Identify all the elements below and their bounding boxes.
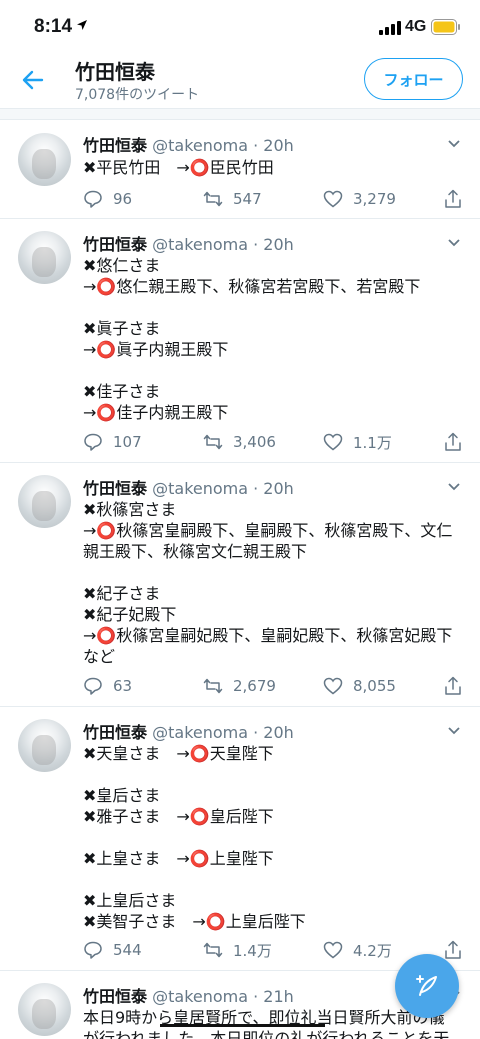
- share-button[interactable]: [443, 187, 473, 211]
- follow-button[interactable]: フォロー: [364, 58, 463, 100]
- profile-name: 竹田恒泰: [75, 60, 155, 84]
- like-button[interactable]: 4.2万: [323, 938, 392, 962]
- heart-icon: [323, 190, 343, 208]
- retweet-icon: [203, 942, 223, 958]
- retweet-button[interactable]: 3,406: [203, 430, 276, 454]
- tweet-header: 竹田恒泰 @takenoma · 21h: [83, 983, 294, 1007]
- tweet[interactable]: 竹田恒泰 @takenoma · 20h ✖天皇さま →⭕天皇陛下 ✖皇后さま …: [0, 708, 480, 971]
- retweet-icon: [203, 191, 223, 207]
- reply-button[interactable]: 107: [83, 430, 142, 454]
- tweet[interactable]: 竹田恒泰 @takenoma · 20h ✖秋篠宮さま →⭕秋篠宮皇嗣殿下、皇嗣…: [0, 464, 480, 707]
- chevron-down-icon[interactable]: [446, 235, 462, 251]
- reply-count: 63: [113, 677, 133, 695]
- reply-icon: [84, 941, 102, 959]
- tweet-text: ✖平民竹田 →⭕臣民竹田: [83, 158, 274, 177]
- like-button[interactable]: 3,279: [323, 187, 396, 211]
- retweet-button[interactable]: 2,679: [203, 674, 276, 698]
- like-count: 3,279: [353, 190, 396, 208]
- tweet-header: 竹田恒泰 @takenoma · 20h: [83, 719, 294, 743]
- retweet-icon: [203, 434, 223, 450]
- timeline-separator: [0, 109, 480, 120]
- reply-button[interactable]: 544: [83, 938, 142, 962]
- tweet-author-name[interactable]: 竹田恒泰: [83, 723, 147, 742]
- share-button[interactable]: [443, 430, 473, 454]
- retweet-count: 1.4万: [233, 941, 272, 960]
- tweet-header: 竹田恒泰 @takenoma · 20h: [83, 475, 294, 499]
- share-icon: [445, 189, 461, 208]
- avatar[interactable]: [18, 719, 71, 772]
- tweet-count: 7,078件のツイート: [75, 87, 200, 103]
- share-button[interactable]: [443, 674, 473, 698]
- retweet-button[interactable]: 547: [203, 187, 262, 211]
- reply-icon: [84, 433, 102, 451]
- heart-icon: [323, 941, 343, 959]
- avatar[interactable]: [18, 983, 71, 1036]
- tweet-author-name[interactable]: 竹田恒泰: [83, 987, 147, 1006]
- tweet-handle-time: @takenoma · 20h: [152, 235, 294, 254]
- avatar[interactable]: [18, 133, 71, 186]
- reply-count: 107: [113, 433, 142, 451]
- reply-icon: [84, 190, 102, 208]
- profile-header: 竹田恒泰 7,078件のツイート フォロー: [0, 54, 480, 109]
- retweet-count: 3,406: [233, 433, 276, 451]
- tweet-text: ✖天皇さま →⭕天皇陛下 ✖皇后さま ✖雅子さま →⭕皇后陛下 ✖上皇さま →⭕…: [83, 744, 306, 931]
- tweet-actions: 96 547 3,279: [83, 187, 473, 211]
- heart-icon: [323, 677, 343, 695]
- share-button[interactable]: [443, 938, 473, 962]
- avatar[interactable]: [18, 231, 71, 284]
- cellular-signal-icon: [379, 21, 401, 35]
- share-icon: [445, 940, 461, 959]
- tweet-text: ✖悠仁さま →⭕悠仁親王殿下、秋篠宮若宮殿下、若宮殿下 ✖眞子さま →⭕眞子内親…: [83, 256, 421, 422]
- tweet-author-name[interactable]: 竹田恒泰: [83, 479, 147, 498]
- tweet-author-name[interactable]: 竹田恒泰: [83, 235, 147, 254]
- tweet-actions: 107 3,406 1.1万: [83, 430, 473, 454]
- status-bar: 8:14 4G: [0, 0, 480, 54]
- like-button[interactable]: 8,055: [323, 674, 396, 698]
- like-count: 4.2万: [353, 941, 392, 960]
- tweet-header: 竹田恒泰 @takenoma · 20h: [83, 231, 294, 255]
- retweet-icon: [203, 678, 223, 694]
- chevron-down-icon[interactable]: [446, 136, 462, 152]
- avatar[interactable]: [18, 475, 71, 528]
- handwritten-underline: [160, 1024, 325, 1027]
- tweet-actions: 63 2,679 8,055: [83, 674, 473, 698]
- reply-icon: [84, 677, 102, 695]
- network-type: 4G: [405, 18, 427, 35]
- tweet-handle-time: @takenoma · 20h: [152, 723, 294, 742]
- like-count: 1.1万: [353, 433, 392, 452]
- compose-tweet-button[interactable]: [395, 954, 459, 1018]
- retweet-count: 547: [233, 190, 262, 208]
- tweet-author-name[interactable]: 竹田恒泰: [83, 136, 147, 155]
- compose-quill-icon: [416, 975, 437, 996]
- retweet-count: 2,679: [233, 677, 276, 695]
- location-arrow-icon: [77, 20, 87, 30]
- heart-icon: [323, 433, 343, 451]
- tweet[interactable]: 竹田恒泰 @takenoma · 20h ✖平民竹田 →⭕臣民竹田 96 547…: [0, 120, 480, 219]
- tweet-header: 竹田恒泰 @takenoma · 20h: [83, 132, 294, 156]
- tweet-handle-time: @takenoma · 21h: [152, 987, 294, 1006]
- reply-count: 96: [113, 190, 133, 208]
- like-button[interactable]: 1.1万: [323, 430, 392, 454]
- reply-button[interactable]: 96: [83, 187, 132, 211]
- tweet[interactable]: 竹田恒泰 @takenoma · 20h ✖悠仁さま →⭕悠仁親王殿下、秋篠宮若…: [0, 220, 480, 463]
- reply-count: 544: [113, 941, 142, 959]
- back-arrow-icon[interactable]: [20, 67, 46, 93]
- status-time: 8:14: [34, 16, 73, 37]
- chevron-down-icon[interactable]: [446, 479, 462, 495]
- share-icon: [445, 432, 461, 451]
- reply-button[interactable]: 63: [83, 674, 132, 698]
- battery-icon: [431, 19, 460, 35]
- share-icon: [445, 676, 461, 695]
- like-count: 8,055: [353, 677, 396, 695]
- tweet-text: ✖秋篠宮さま →⭕秋篠宮皇嗣殿下、皇嗣殿下、秋篠宮殿下、文仁親王殿下、秋篠宮文仁…: [83, 500, 453, 666]
- tweet-handle-time: @takenoma · 20h: [152, 136, 294, 155]
- retweet-button[interactable]: 1.4万: [203, 938, 272, 962]
- chevron-down-icon[interactable]: [446, 723, 462, 739]
- tweet-handle-time: @takenoma · 20h: [152, 479, 294, 498]
